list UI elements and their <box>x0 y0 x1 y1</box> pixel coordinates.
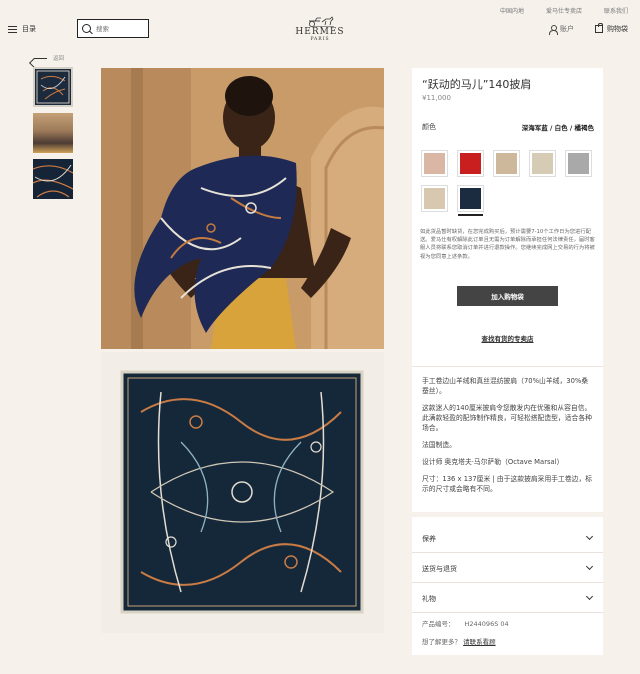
search-box[interactable] <box>77 19 149 38</box>
accordion-care-label: 保养 <box>422 535 436 543</box>
user-icon <box>549 24 558 35</box>
color-label: 颜色 <box>422 123 436 131</box>
logo-wordmark: HERMES <box>295 27 345 37</box>
accordion-delivery-label: 送货与退货 <box>422 565 457 573</box>
chevron-down-icon <box>585 592 594 601</box>
scarf-pattern-icon <box>36 70 70 104</box>
product-image-model[interactable] <box>101 68 384 349</box>
add-to-bag-button[interactable]: 加入购物袋 <box>457 286 558 306</box>
contact-line: 想了解更多？ 请联系看顾 <box>422 636 496 646</box>
back-link[interactable]: 返回 <box>34 54 64 62</box>
hamburger-icon <box>8 25 17 33</box>
cart-label: 购物袋 <box>607 25 628 33</box>
account-label: 账户 <box>560 25 574 33</box>
desc-intro: 这款迷人的140厘米披肩令您散发内在优雅和从容自信。此满款轻盈的配饰制作精良，可… <box>422 404 592 432</box>
back-label: 返回 <box>53 56 65 62</box>
util-link-region[interactable]: 中国内地 <box>500 6 524 15</box>
search-icon <box>82 24 91 33</box>
scarf-detail-icon <box>32 164 74 198</box>
product-code-label: 产品编号： <box>422 620 455 628</box>
color-swatch-7-selected[interactable] <box>457 185 484 216</box>
contact-link[interactable]: 请联系看顾 <box>463 638 496 646</box>
chevron-down-icon <box>585 562 594 571</box>
thumbnail-model-back[interactable] <box>33 113 73 153</box>
product-code: 产品编号： H244096S 04 <box>422 618 509 628</box>
arrow-left-icon <box>34 57 47 59</box>
logo-subtitle: PARIS <box>310 37 330 42</box>
util-link-contact[interactable]: 联系我们 <box>604 6 628 15</box>
accordion-care[interactable]: 保养 <box>412 523 603 553</box>
color-swatch-4[interactable] <box>529 150 556 177</box>
brand-logo[interactable]: HERMES PARIS <box>294 16 346 42</box>
selected-color: 深海军蓝 / 白色 / 橘褐色 <box>521 124 594 132</box>
shopping-bag-icon <box>595 23 603 33</box>
contact-prefix: 想了解更多？ <box>422 638 461 646</box>
product-description: 手工卷边山羊绒和真丝混纺披肩（70%山羊绒，30%桑蚕丝）。 这款迷人的140厘… <box>412 366 603 512</box>
accordion-delivery[interactable]: 送货与退货 <box>412 553 603 583</box>
accordion-gift-label: 礼物 <box>422 595 436 603</box>
color-swatch-3[interactable] <box>493 150 520 177</box>
menu-label: 目录 <box>22 25 36 33</box>
desc-designer: 设计师 奥克塔夫·马尔萨勒（Octave Marsal） <box>422 458 564 466</box>
desc-size: 尺寸：136 x 137厘米 | 由于这款披肩采用手工卷边，标示的尺寸或会略有不… <box>422 475 593 493</box>
account-link[interactable]: 账户 <box>549 24 574 35</box>
cart-link[interactable]: 购物袋 <box>595 23 628 34</box>
desc-origin: 法国制造。 <box>422 441 456 449</box>
desc-material: 手工卷边山羊绒和真丝混纺披肩（70%山羊绒，30%桑蚕丝）。 <box>422 377 589 395</box>
product-image-scarf[interactable] <box>101 352 384 633</box>
product-code-value: H244096S 04 <box>464 620 509 628</box>
product-title: “跃动的马儿”140披肩 <box>422 78 532 91</box>
menu-button[interactable]: 目录 <box>8 24 36 34</box>
utility-links: 中国内地 爱马仕专卖店 联系我们 <box>500 6 628 15</box>
chevron-down-icon <box>585 532 594 541</box>
site-header: 目录 HERMES PARIS 账户 购物袋 <box>0 16 640 46</box>
util-link-stores[interactable]: 爱马仕专卖店 <box>546 6 582 15</box>
color-swatch-2[interactable] <box>457 150 484 177</box>
thumbnail-scarf-flat[interactable] <box>33 67 73 107</box>
product-panel: “跃动的马儿”140披肩 ¥11,000 颜色 深海军蓝 / 白色 / 橘褐色 … <box>412 68 603 366</box>
find-store-link[interactable]: 查找有货的专卖店 <box>412 333 603 343</box>
product-price: ¥11,000 <box>422 94 451 102</box>
color-swatch-6[interactable] <box>421 185 448 212</box>
color-swatch-1[interactable] <box>421 150 448 177</box>
accordion-gift[interactable]: 礼物 <box>412 583 603 613</box>
stock-notice: 如此货品暂时缺货，在您完成购买后，预计需要7-10个工作日为您进行配送。爱马仕有… <box>420 229 595 260</box>
search-input[interactable] <box>96 24 144 33</box>
carriage-logo-icon <box>309 16 334 27</box>
color-swatch-5[interactable] <box>565 150 592 177</box>
info-accordion: 保养 送货与退货 礼物 产品编号： H244096S 04 想了解更多？ 请联系看… <box>412 517 603 655</box>
scarf-flat-illustration <box>101 352 384 633</box>
model-photo-illustration <box>101 68 384 349</box>
thumbnail-scarf-detail[interactable] <box>32 159 74 199</box>
